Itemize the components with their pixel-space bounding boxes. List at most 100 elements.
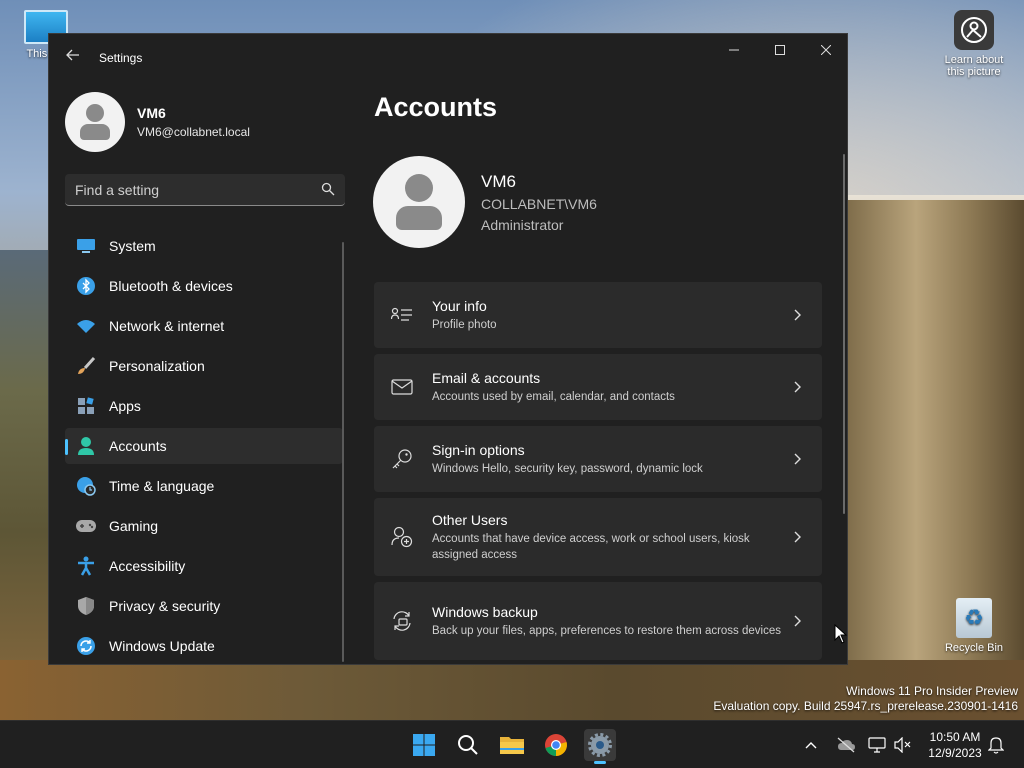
account-name: VM6: [481, 171, 516, 191]
clock-time: 10:50 AM: [929, 730, 981, 744]
chevron-right-icon: [794, 309, 801, 321]
chevron-right-icon: [794, 615, 801, 627]
camera-info-icon: [954, 10, 994, 50]
sidebar-item-label: Accounts: [109, 438, 167, 454]
minimize-icon: [729, 49, 739, 51]
sidebar-item-apps[interactable]: Apps: [65, 388, 343, 424]
desktop-icon-learn-about-picture[interactable]: Learn about this picture: [934, 10, 1014, 78]
brush-icon: [75, 355, 97, 377]
system-icon: [75, 235, 97, 257]
search-box[interactable]: [65, 174, 345, 206]
card-title: Windows backup: [432, 603, 538, 620]
card-title: Your info: [432, 297, 487, 314]
minimize-button[interactable]: [711, 34, 757, 66]
shield-icon: [75, 595, 97, 617]
user-profile[interactable]: VM6 VM6@collabnet.local: [65, 92, 250, 152]
close-button[interactable]: [803, 34, 847, 66]
search-icon: [458, 735, 478, 755]
network-tray-button[interactable]: [868, 721, 886, 768]
profile-email: VM6@collabnet.local: [137, 125, 250, 139]
sidebar-nav: System Bluetooth & devices Network & int…: [65, 228, 343, 664]
start-button[interactable]: [408, 729, 440, 761]
show-hidden-icons-button[interactable]: [804, 721, 818, 768]
globe-clock-icon: [75, 475, 97, 497]
person-add-icon: [390, 525, 414, 549]
file-explorer-icon: [500, 737, 524, 754]
chevron-right-icon: [794, 531, 801, 543]
settings-icon: [588, 733, 612, 757]
desktop-icon-label: Recycle Bin: [944, 642, 1004, 654]
bell-icon: [988, 737, 1004, 754]
sidebar-scrollbar[interactable]: [342, 242, 344, 662]
sidebar-item-bluetooth-devices[interactable]: Bluetooth & devices: [65, 268, 343, 304]
sidebar-item-label: Bluetooth & devices: [109, 278, 233, 294]
sidebar-item-personalization[interactable]: Personalization: [65, 348, 343, 384]
watermark-line: Evaluation copy. Build 25947.rs_prerelea…: [713, 699, 1018, 713]
recycle-bin-icon: ♻: [956, 598, 992, 638]
taskbar-clock[interactable]: 10:50 AM 12/9/2023: [920, 729, 990, 761]
onedrive-tray-button[interactable]: [836, 721, 856, 768]
bluetooth-icon: [75, 275, 97, 297]
card-sign-in-options[interactable]: Sign-in options Windows Hello, security …: [374, 426, 822, 492]
sidebar-item-accessibility[interactable]: Accessibility: [65, 548, 343, 584]
sidebar-item-label: Network & internet: [109, 318, 225, 334]
mouse-cursor-icon: [834, 624, 848, 644]
sidebar-item-accounts[interactable]: Accounts: [65, 428, 343, 464]
evaluation-watermark: Windows 11 Pro Insider Preview Evaluatio…: [713, 684, 1018, 714]
sidebar-item-privacy-security[interactable]: Privacy & security: [65, 588, 343, 624]
gamepad-icon: [75, 515, 97, 537]
sidebar-item-label: Time & language: [109, 478, 215, 494]
sidebar-item-label: Accessibility: [109, 558, 186, 574]
mail-icon: [390, 375, 414, 399]
content-scrollbar[interactable]: [843, 154, 845, 514]
network-icon: [868, 737, 886, 753]
card-email-accounts[interactable]: Email & accounts Accounts used by email,…: [374, 354, 822, 420]
sidebar-item-system[interactable]: System: [65, 228, 343, 264]
settings-taskbar-button[interactable]: [584, 729, 616, 764]
back-arrow-icon[interactable]: [63, 48, 83, 68]
accessibility-icon: [75, 555, 97, 577]
profile-name: VM6: [137, 105, 166, 121]
avatar: [65, 92, 125, 152]
account-role: Administrator: [481, 216, 564, 233]
card-subtitle: Accounts used by email, calendar, and co…: [432, 390, 675, 403]
card-title: Sign-in options: [432, 441, 525, 458]
sidebar-item-windows-update[interactable]: Windows Update: [65, 628, 343, 664]
desktop-icon-recycle-bin[interactable]: ♻ Recycle Bin: [934, 598, 1014, 654]
search-input[interactable]: [75, 182, 315, 198]
chevron-right-icon: [794, 381, 801, 393]
settings-window: Settings VM6 VM6@collabnet.local System: [48, 33, 848, 665]
sidebar-item-label: Personalization: [109, 358, 205, 374]
settings-cards: Your info Profile photo Email & accounts…: [374, 282, 822, 664]
search-icon[interactable]: [321, 182, 335, 196]
sidebar-item-label: Windows Update: [109, 638, 215, 654]
card-your-info[interactable]: Your info Profile photo: [374, 282, 822, 348]
file-explorer-button[interactable]: [496, 729, 528, 761]
title-bar[interactable]: Settings: [49, 34, 847, 82]
notifications-button[interactable]: [988, 721, 1004, 768]
card-windows-backup[interactable]: Windows backup Back up your files, apps,…: [374, 582, 822, 660]
chevron-up-icon: [805, 742, 817, 749]
sidebar-item-time-language[interactable]: Time & language: [65, 468, 343, 504]
person-icon: [75, 435, 97, 457]
chrome-button[interactable]: [540, 729, 572, 761]
account-domain: COLLABNET\VM6: [481, 195, 597, 212]
close-icon: [821, 45, 831, 55]
desktop-icon-label: Learn about: [944, 54, 1004, 66]
volume-tray-button[interactable]: [894, 721, 912, 768]
cloud-off-icon: [837, 737, 855, 753]
clock-date: 12/9/2023: [928, 746, 982, 760]
sidebar-item-network[interactable]: Network & internet: [65, 308, 343, 344]
taskbar-search-button[interactable]: [452, 729, 484, 761]
volume-muted-icon: [894, 737, 911, 753]
card-title: Email & accounts: [432, 369, 541, 386]
window-title: Settings: [99, 51, 143, 65]
maximize-button[interactable]: [757, 34, 803, 66]
chrome-icon: [545, 734, 567, 756]
card-other-users[interactable]: Other Users Accounts that have device ac…: [374, 498, 822, 576]
card-subtitle: Windows Hello, security key, password, d…: [432, 462, 703, 475]
card-subtitle: Back up your files, apps, preferences to…: [432, 624, 781, 637]
sidebar-item-gaming[interactable]: Gaming: [65, 508, 343, 544]
person-card-icon: [390, 303, 414, 327]
chevron-right-icon: [794, 453, 801, 465]
